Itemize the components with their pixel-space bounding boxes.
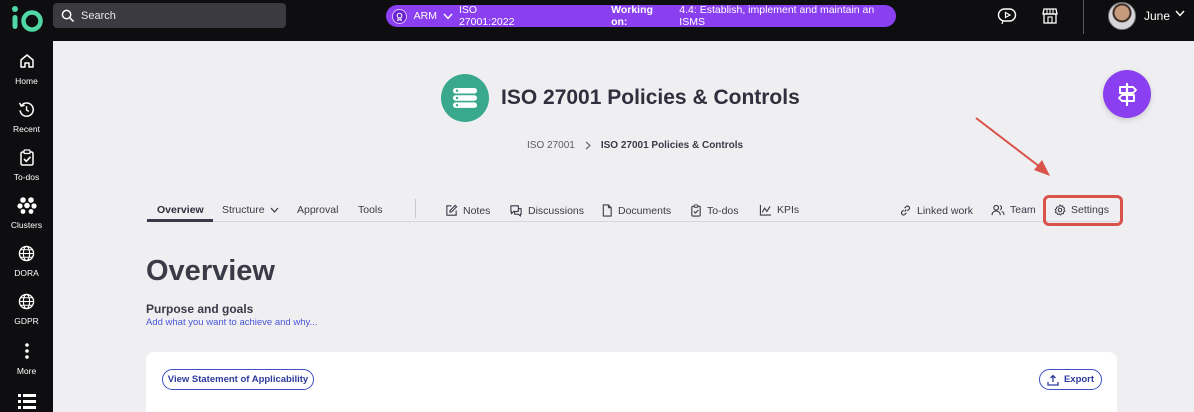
signpost-icon[interactable] [1103,70,1151,118]
tab-linked-work[interactable]: Linked work [899,204,973,217]
sidebar-item-gdpr[interactable]: GDPR [0,291,53,337]
sidebar-item-label: Home [15,76,38,86]
overview-card: View Statement of Applicability Export [146,352,1117,412]
clipboard-check-icon [19,147,35,167]
store-icon[interactable] [1039,6,1061,26]
tab-label: Discussions [528,204,585,217]
active-tab-indicator [147,219,213,222]
view-soa-button[interactable]: View Statement of Applicability [162,369,314,390]
users-icon [991,204,1005,216]
tab-label: To-dos [707,204,739,217]
breadcrumb-current: ISO 27001 Policies & Controls [600,140,744,151]
sidebar-item-clusters[interactable]: Clusters [0,195,53,241]
list-icon [17,391,36,411]
tab-label: Settings [1071,204,1109,216]
avatar[interactable] [1108,2,1136,30]
edit-note-icon [446,204,458,216]
sidebar-item-more[interactable]: More [0,341,53,387]
more-vertical-icon [24,341,30,361]
tab-documents[interactable]: Documents [601,204,671,217]
topbar-divider [1083,0,1084,34]
overview-heading: Overview [146,255,275,287]
tab-settings[interactable]: Settings [1054,204,1109,216]
tab-label: Documents [618,204,672,217]
working-on-task[interactable]: 4.4: Establish, implement and maintain a… [679,4,896,28]
sidebar-item-label: Clusters [10,220,43,230]
tab-label: KPIs [777,204,800,216]
server-stack-icon [441,74,489,122]
purpose-title: Purpose and goals [146,302,254,316]
sidebar-item-label: More [16,366,37,376]
top-bar: Search ARM ISO 27001:2022 Working on: 4.… [0,0,1194,41]
export-button[interactable]: Export [1039,369,1102,390]
home-icon [19,51,35,71]
tab-notes[interactable]: Notes [445,204,490,217]
working-on-label: Working on: [611,4,653,28]
chevron-right-icon [585,141,591,150]
breadcrumb-item[interactable]: ISO 27001 [527,140,575,151]
tab-tools[interactable]: Tools [358,204,383,216]
button-label: Export [1063,374,1095,385]
sidebar-item-label: Recent [13,124,40,134]
tab-group-divider [415,199,416,218]
tab-discussions[interactable]: Discussions [509,204,584,217]
discussion-icon [510,205,522,217]
tab-approval[interactable]: Approval [297,204,338,216]
chart-line-icon [759,204,772,216]
sidebar-item-label: DORA [14,268,39,278]
page-title: ISO 27001 Policies & Controls [501,86,800,109]
annotation-arrow [975,117,1050,176]
gear-icon [1054,204,1066,216]
globe-icon [18,291,35,311]
user-name[interactable]: June [1144,9,1170,23]
purpose-input-prompt[interactable]: Add what you want to achieve and why... [146,317,317,328]
globe-icon [18,243,35,263]
search-input[interactable]: Search [53,3,286,28]
sidebar-item-label: GDPR [14,316,39,326]
tab-todos[interactable]: To-dos [690,204,739,217]
app-logo[interactable] [10,4,44,34]
context-app: ARM [413,10,437,22]
search-icon [61,9,74,22]
video-play-icon[interactable] [996,6,1018,26]
sidebar-item-dora[interactable]: DORA [0,243,53,289]
sidebar-item-recent[interactable]: Recent [0,99,53,145]
sidebar-item-todos[interactable]: To-dos [0,147,53,193]
document-icon [602,204,612,217]
tabs-divider [146,221,1122,222]
tab-team[interactable]: Team [991,204,1036,216]
tab-label: Overview [157,204,204,216]
tab-label: Team [1010,204,1036,216]
clipboard-check-icon [691,204,701,217]
arm-badge-icon [392,8,407,24]
chevron-down-icon [270,207,279,213]
chevron-down-icon[interactable] [1175,10,1185,17]
context-bar[interactable]: ARM ISO 27001:2022 Working on: 4.4: Esta… [386,4,896,28]
sidebar: Home Recent To-dos Clusters DORA GDPR Mo… [0,41,53,412]
sidebar-item-home[interactable]: Home [0,51,53,97]
tab-label: Linked work [917,204,974,217]
link-icon [900,205,911,216]
sidebar-item-list[interactable] [0,391,53,411]
tab-kpis[interactable]: KPIs [759,204,799,216]
context-standard: ISO 27001:2022 [458,4,515,28]
search-placeholder: Search [81,9,116,22]
tab-structure[interactable]: Structure [222,204,279,216]
chevron-down-icon[interactable] [443,13,453,20]
tab-label: Approval [297,204,339,216]
sidebar-item-label: To-dos [13,172,40,182]
upload-icon [1047,374,1059,386]
breadcrumb: ISO 27001 ISO 27001 Policies & Controls [527,140,743,151]
button-label: View Statement of Applicability [167,374,309,385]
tab-overview[interactable]: Overview [157,204,204,216]
history-icon [18,99,35,119]
tab-label: Structure [222,204,265,216]
tab-label: Notes [463,204,491,217]
clusters-icon [16,195,37,215]
tab-label: Tools [358,204,383,216]
